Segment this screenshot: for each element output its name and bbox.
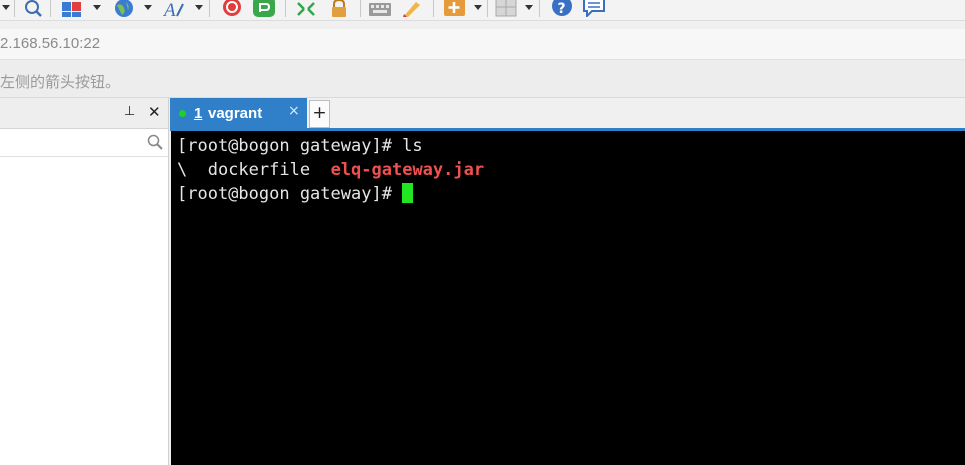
tab-close-icon[interactable]: ×: [288, 103, 300, 119]
globe-icon[interactable]: [112, 0, 136, 17]
address-bar[interactable]: 2.168.56.10:22: [0, 29, 965, 60]
tab-label: vagrant: [208, 105, 263, 122]
terminal-jar-file: elq-gateway.jar: [330, 160, 485, 180]
terminal-prompt: [root@bogon gateway]#: [177, 184, 403, 204]
svg-text:?: ?: [558, 1, 566, 17]
terminal-line: [root@bogon gateway]#: [177, 183, 414, 205]
terminal-line: \ dockerfile elq-gateway.jar: [177, 159, 484, 181]
panel-header: ⊥ ✕: [0, 98, 168, 129]
tab-vagrant[interactable]: 1 vagrant ×: [170, 98, 307, 130]
terminal-spacer: [310, 160, 330, 180]
session-panel: ⊥ ✕: [0, 98, 169, 465]
chevron-down-icon[interactable]: [525, 5, 533, 10]
chat-icon[interactable]: [582, 0, 608, 17]
terminal-file: dockerfile: [207, 160, 311, 180]
terminal[interactable]: [root@bogon gateway]# ls \ dockerfile el…: [171, 131, 965, 465]
chevron-down-icon[interactable]: [474, 5, 482, 10]
terminal-command: ls: [402, 136, 423, 156]
toolbar-separator: [539, 0, 540, 17]
toolbar-separator: [285, 0, 286, 17]
layout-icon[interactable]: [495, 0, 517, 17]
toolbar-separator: [209, 0, 210, 17]
terminal-line: [root@bogon gateway]# ls: [177, 135, 423, 157]
pin-icon[interactable]: ⊥: [124, 104, 135, 119]
chevron-down-icon[interactable]: [144, 5, 152, 10]
svg-text:A: A: [163, 0, 176, 17]
tab-bar: 1 vagrant × +: [170, 98, 965, 130]
toolbar-separator: [433, 0, 434, 17]
address-input[interactable]: 2.168.56.10:22: [0, 35, 100, 52]
toolbar: A ?: [0, 0, 965, 21]
search-icon[interactable]: [147, 134, 163, 150]
toolbar-separator: [50, 0, 51, 17]
chevron-down-icon[interactable]: [2, 5, 10, 10]
toolbar-separator: [487, 0, 488, 17]
chevron-down-icon[interactable]: [93, 5, 101, 10]
terminal-prefix: \: [177, 160, 208, 180]
keyboard-icon[interactable]: [368, 0, 392, 17]
hint-text: 左侧的箭头按钮。: [0, 73, 121, 91]
terminal-cursor: [402, 183, 414, 203]
terminal-prompt: [root@bogon gateway]#: [177, 136, 403, 156]
connection-status-icon: [179, 110, 186, 117]
new-session-icon[interactable]: [60, 0, 84, 17]
search-icon[interactable]: [22, 0, 44, 17]
font-icon[interactable]: A: [163, 0, 189, 17]
tab-number: 1: [194, 105, 203, 122]
toolbar-separator: [14, 0, 15, 17]
record-icon[interactable]: [220, 0, 244, 17]
transfer-icon[interactable]: [252, 0, 276, 17]
toolbar-separator: [360, 0, 361, 17]
session-search-input[interactable]: [0, 129, 168, 157]
hint-bar: 左侧的箭头按钮。: [0, 60, 965, 98]
chevron-down-icon[interactable]: [195, 5, 203, 10]
new-tab-button[interactable]: +: [309, 100, 330, 128]
highlight-icon[interactable]: [400, 0, 424, 17]
close-icon[interactable]: ✕: [148, 103, 161, 121]
sync-icon[interactable]: [295, 0, 317, 17]
help-icon[interactable]: ?: [550, 0, 574, 17]
add-icon[interactable]: [443, 0, 467, 17]
lock-icon[interactable]: [328, 0, 350, 17]
